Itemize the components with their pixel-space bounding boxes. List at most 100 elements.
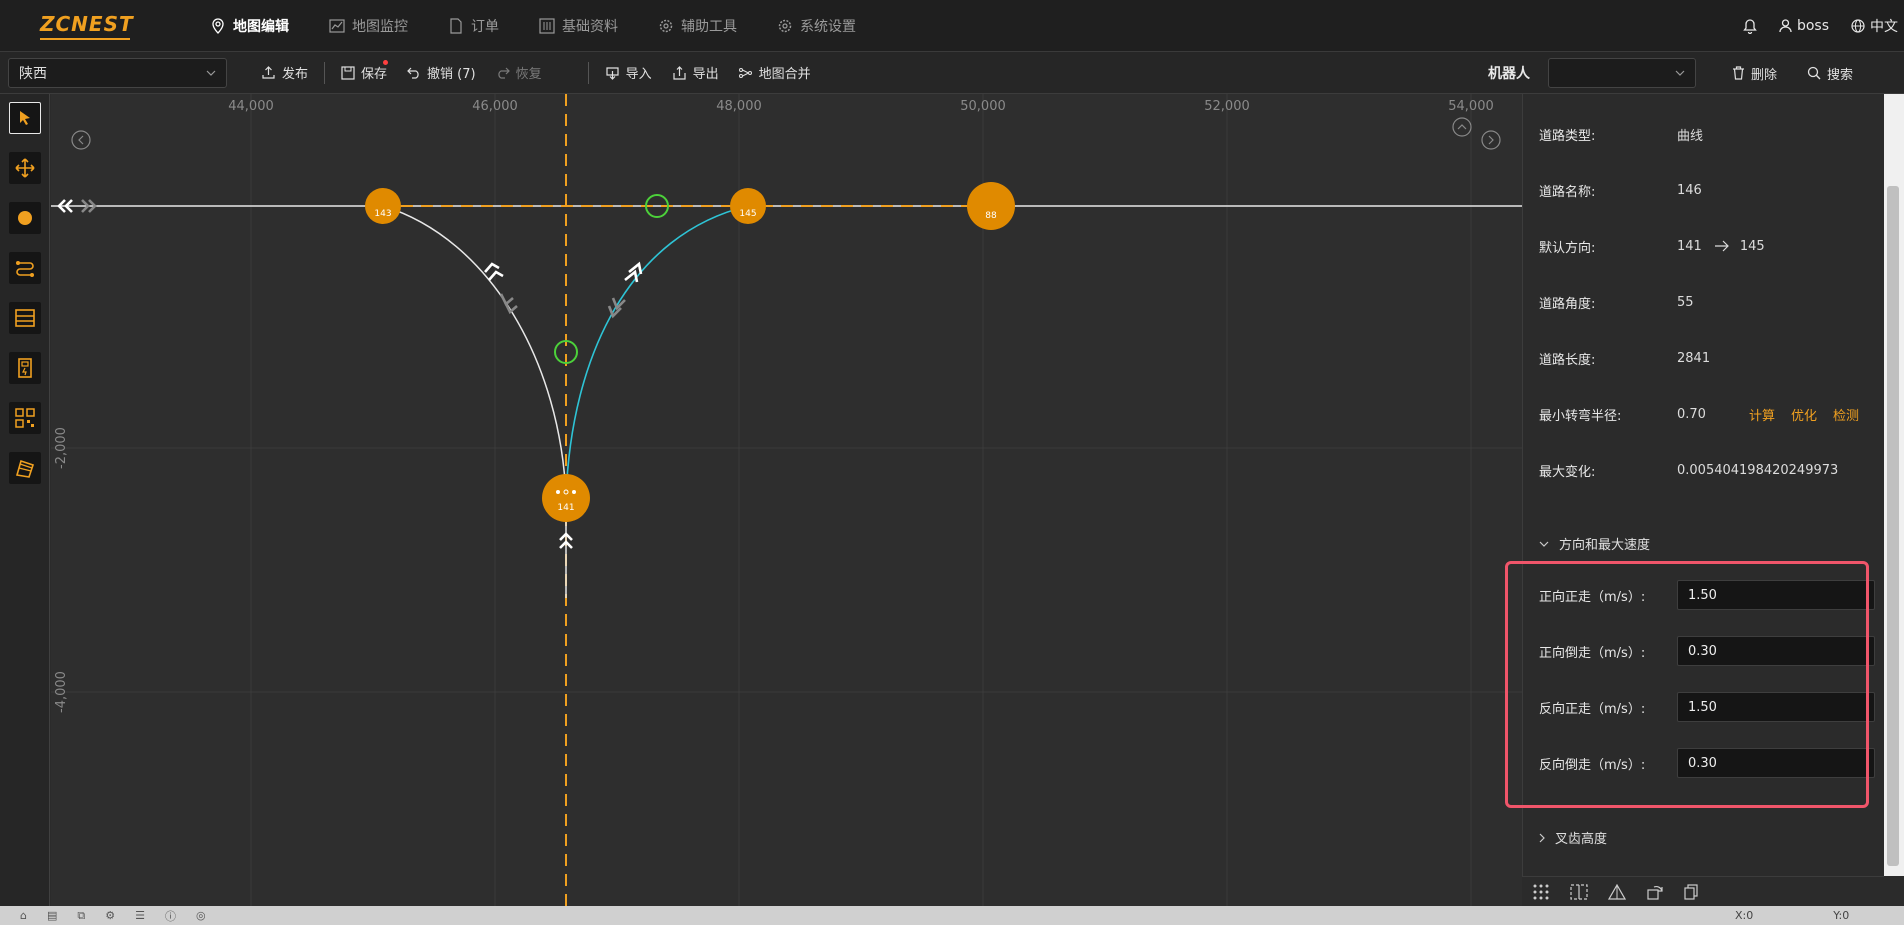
copy-icon[interactable] <box>1684 883 1698 900</box>
chevron-right-icon <box>1539 833 1545 842</box>
node-tool[interactable] <box>9 202 41 234</box>
status-info-icon[interactable]: ⓘ <box>165 908 176 924</box>
speed-forward-reverse-input[interactable] <box>1677 636 1875 666</box>
save-icon <box>341 65 355 80</box>
top-right-area: boss 中文 <box>1743 0 1904 52</box>
map-merge-button[interactable]: 地图合并 <box>729 63 821 82</box>
map-node-88[interactable]: 88 <box>967 182 1015 230</box>
sliders-icon <box>539 17 555 34</box>
detect-link[interactable]: 检测 <box>1833 405 1859 424</box>
nav-label: 地图监控 <box>352 18 408 35</box>
map-node-141[interactable]: 141 <box>542 474 590 522</box>
map-node-143[interactable]: 143 <box>365 188 401 224</box>
panel-bottom-toolbar <box>1522 876 1884 906</box>
nav-label: 辅助工具 <box>681 18 737 35</box>
speed-forward-reverse: 正向倒走（m/s）: <box>1539 636 1879 666</box>
status-layers-icon[interactable]: ⧉ <box>77 909 85 923</box>
nav-aux-tools[interactable]: 辅助工具 <box>638 0 757 52</box>
optimize-link[interactable]: 优化 <box>1791 405 1817 424</box>
split-view-icon[interactable] <box>1570 883 1588 900</box>
pan-right-icon[interactable] <box>1481 130 1501 150</box>
move-arrows-icon <box>15 158 35 178</box>
curve-road-146-selected[interactable] <box>565 205 749 499</box>
nav-orders[interactable]: 订单 <box>428 0 519 52</box>
scrollbar-thumb[interactable] <box>1887 186 1899 866</box>
y-tick-label: -4,000 <box>54 671 69 713</box>
region-select[interactable]: 陕西 <box>8 57 227 88</box>
robot-select[interactable] <box>1548 58 1696 88</box>
app-logo: ZCNEST <box>0 12 190 40</box>
undo-icon <box>407 67 419 79</box>
calculate-link[interactable]: 计算 <box>1749 405 1775 424</box>
section-fork-height-header[interactable]: 叉齿高度 <box>1539 828 1607 847</box>
import-button[interactable]: 导入 <box>595 63 662 82</box>
nav-map-edit[interactable]: 地图编辑 <box>190 0 309 52</box>
redo-button[interactable]: 恢复 <box>486 63 552 82</box>
section-speed-header[interactable]: 方向和最大速度 <box>1539 534 1650 553</box>
road-tool[interactable] <box>9 252 41 284</box>
section-title: 叉齿高度 <box>1555 832 1608 847</box>
search-icon <box>1807 66 1821 80</box>
nav-label: 基础资料 <box>562 18 618 35</box>
language-switch[interactable]: 中文 <box>1851 16 1898 36</box>
x-tick-label: 44,000 <box>228 99 274 114</box>
map-canvas[interactable]: 44,000 46,000 48,000 50,000 52,000 54,00… <box>51 94 1522 906</box>
coord-x: X:0 <box>1735 909 1754 922</box>
map-node-145[interactable]: 145 <box>730 188 766 224</box>
prop-default-direction: 默认方向: 141 145 <box>1539 236 1879 256</box>
search-label: 搜索 <box>1827 67 1854 83</box>
pan-left-icon[interactable] <box>71 130 91 150</box>
speed-reverse-reverse-input[interactable] <box>1677 748 1875 778</box>
save-button[interactable]: 保存 <box>331 60 397 82</box>
route-icon <box>16 261 34 277</box>
charger-tool[interactable] <box>9 352 41 384</box>
prop-min-turn-radius: 最小转弯半径: 0.70 计算 优化 检测 <box>1539 404 1879 424</box>
export-button[interactable]: 导出 <box>662 63 729 82</box>
toolbar-divider <box>587 61 589 84</box>
circle-node-icon <box>18 211 32 225</box>
speed-reverse-reverse: 反向倒走（m/s）: <box>1539 748 1879 778</box>
app-root: ZCNEST 地图编辑 地图监控 订单 基础资料 辅助工具 系统设置 boss … <box>0 0 1904 925</box>
area-tool[interactable] <box>9 452 41 484</box>
document-icon <box>450 17 462 34</box>
globe-icon <box>1851 19 1865 33</box>
prop-value: 0.70 <box>1677 406 1706 422</box>
speed-forward-forward-input[interactable] <box>1677 580 1875 610</box>
nav-map-monitor[interactable]: 地图监控 <box>309 0 428 52</box>
cursor-coordinates: X:0 Y:0 <box>1735 909 1849 922</box>
status-target-icon[interactable]: ◎ <box>196 909 206 922</box>
y-tick-label: -2,000 <box>54 427 69 469</box>
notification-bell-icon[interactable] <box>1743 18 1757 34</box>
user-menu[interactable]: boss <box>1779 18 1829 34</box>
nav-system-settings[interactable]: 系统设置 <box>757 0 876 52</box>
status-home-icon[interactable]: ⌂ <box>20 909 27 922</box>
triangle-mirror-icon[interactable] <box>1608 883 1626 900</box>
status-gear-icon[interactable]: ⚙ <box>105 909 115 922</box>
status-file-icon[interactable]: ▤ <box>47 909 57 922</box>
prop-value: 2841 <box>1677 350 1711 366</box>
curve-road-143-141[interactable] <box>382 205 567 499</box>
delete-button[interactable]: 删除 <box>1722 64 1787 83</box>
publish-button[interactable]: 发布 <box>251 63 318 82</box>
rotate-icon[interactable] <box>1646 884 1664 900</box>
undo-button[interactable]: 撤销 (7) <box>397 63 486 82</box>
prop-road-angle: 道路角度: 55 <box>1539 292 1879 312</box>
pan-up-icon[interactable] <box>1452 117 1472 137</box>
qrcode-tool[interactable] <box>9 402 41 434</box>
prop-label: 道路名称: <box>1539 184 1596 200</box>
search-button[interactable]: 搜索 <box>1797 64 1863 83</box>
gear-icon <box>778 19 792 32</box>
grid-dots-icon[interactable] <box>1532 883 1550 901</box>
move-tool[interactable] <box>9 152 41 184</box>
shelf-tool[interactable] <box>9 302 41 334</box>
speed-reverse-forward-input[interactable] <box>1677 692 1875 722</box>
node-label: 143 <box>374 209 391 219</box>
select-tool[interactable] <box>9 102 41 134</box>
redo-label: 恢复 <box>515 67 542 82</box>
map-svg[interactable]: 44,000 46,000 48,000 50,000 52,000 54,00… <box>51 94 1522 906</box>
nav-label: 系统设置 <box>800 18 856 35</box>
nav-basic-data[interactable]: 基础资料 <box>519 0 638 52</box>
panel-scrollbar[interactable] <box>1884 94 1904 876</box>
speed-label: 反向倒走（m/s）: <box>1539 757 1646 773</box>
status-list-icon[interactable]: ☰ <box>135 909 145 922</box>
